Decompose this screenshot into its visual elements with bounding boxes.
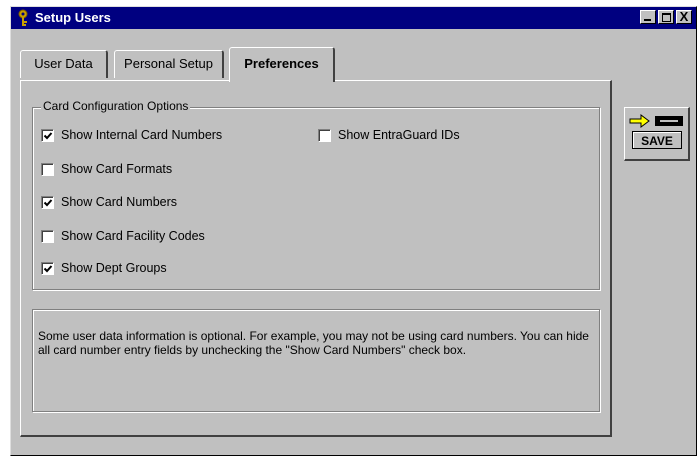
checkbox-box[interactable]: [318, 129, 331, 142]
checkbox-label: Show EntraGuard IDs: [338, 128, 460, 142]
tab-personal-setup[interactable]: Personal Setup: [114, 50, 224, 78]
checkbox-label: Show Card Formats: [61, 162, 173, 176]
save-arrow-icon: [629, 114, 683, 128]
checkbox-label: Show Card Numbers: [61, 195, 178, 209]
window-title: Setup Users: [35, 10, 111, 25]
checkbox-box[interactable]: [41, 230, 54, 243]
checkbox-label: Show Internal Card Numbers: [61, 128, 223, 142]
title-bar[interactable]: Setup Users X: [11, 7, 696, 29]
tab-preferences[interactable]: Preferences: [229, 47, 335, 82]
checkmark-icon: [43, 199, 53, 207]
key-icon: [18, 9, 28, 26]
checkbox-box[interactable]: [41, 262, 54, 275]
info-text: Some user data information is optional. …: [38, 329, 589, 357]
close-icon: X: [679, 9, 689, 24]
close-button[interactable]: X: [676, 9, 692, 24]
checkmark-icon: [43, 265, 53, 273]
checkbox-box[interactable]: [41, 163, 54, 176]
tab-user-data[interactable]: User Data: [20, 50, 108, 78]
save-label: SAVE: [632, 131, 682, 149]
checkbox-label: Show Card Facility Codes: [61, 229, 205, 243]
info-panel: [32, 309, 600, 412]
checkbox-box[interactable]: [41, 196, 54, 209]
card-configuration-legend: Card Configuration Options: [41, 99, 191, 113]
checkmark-icon: [43, 132, 53, 140]
checkbox-box[interactable]: [41, 129, 54, 142]
maximize-button[interactable]: [658, 10, 674, 24]
checkbox-label: Show Dept Groups: [61, 261, 167, 275]
save-button[interactable]: SAVE: [624, 107, 690, 161]
minimize-button[interactable]: [640, 10, 656, 24]
